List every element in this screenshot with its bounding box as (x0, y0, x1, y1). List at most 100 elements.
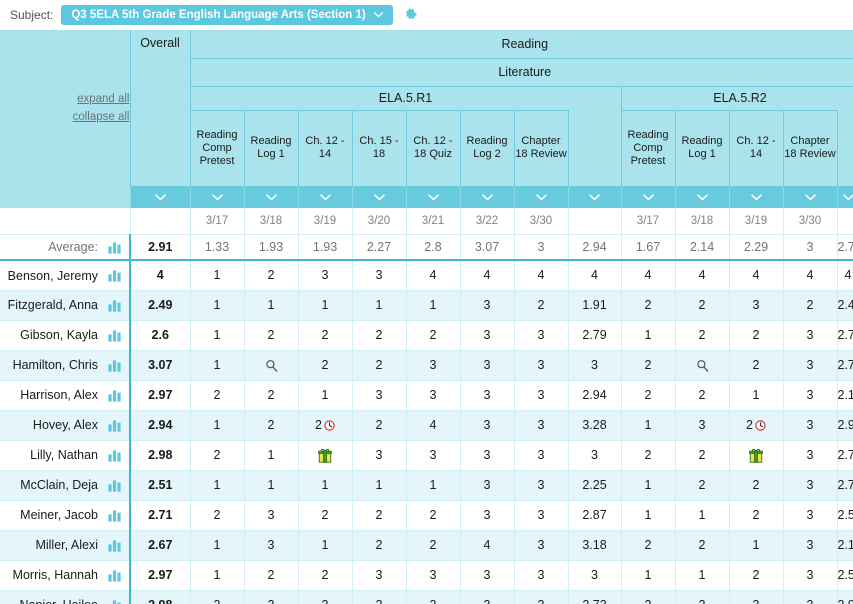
score-cell[interactable]: 3 (567, 350, 621, 381)
score-cell[interactable]: 1 (620, 410, 675, 441)
table-row[interactable]: Gibson, Kayla2.612222332.7912232.76 (0, 320, 853, 351)
score-cell[interactable]: 2 (351, 320, 406, 351)
score-cell[interactable]: 2 (189, 380, 244, 411)
score-cell[interactable]: 1 (620, 320, 675, 351)
assessment-header-10[interactable]: Ch. 12 - 14 (728, 109, 783, 186)
score-cell[interactable]: 3 (782, 440, 837, 471)
score-cell[interactable]: 4 (728, 260, 783, 291)
score-cell[interactable]: 2 (782, 290, 837, 321)
bar-chart-icon[interactable] (108, 359, 121, 372)
score-cell[interactable]: 2 (674, 590, 729, 604)
table-row[interactable]: Meiner, Jacob2.7123222332.8711232.56 (0, 500, 853, 531)
score-cell[interactable]: 2 (513, 290, 568, 321)
student-name-cell[interactable]: Gibson, Kayla (0, 320, 130, 351)
score-cell[interactable]: 1 (189, 530, 244, 561)
score-cell[interactable]: 1 (351, 470, 406, 501)
score-cell[interactable]: 3 (405, 380, 460, 411)
score-cell[interactable]: 3 (513, 500, 568, 531)
column-menu-10[interactable] (728, 186, 783, 208)
score-cell[interactable]: 2 (297, 320, 352, 351)
score-cell[interactable]: 2.56 (836, 560, 853, 591)
table-row[interactable]: Lilly, Nathan2.9821333332232.74 (0, 440, 853, 471)
score-cell[interactable]: 4 (405, 260, 460, 291)
score-cell[interactable]: 3 (243, 500, 298, 531)
score-cell[interactable]: 3 (782, 590, 837, 604)
score-cell[interactable]: 2 (620, 350, 675, 381)
score-cell[interactable]: 1 (189, 260, 244, 291)
column-menu-4[interactable] (405, 186, 460, 208)
score-cell[interactable]: 1 (674, 560, 729, 591)
score-cell[interactable]: 1 (189, 320, 244, 351)
score-cell[interactable]: 1 (620, 500, 675, 531)
column-menu-3[interactable] (351, 186, 406, 208)
score-cell[interactable]: 1 (728, 530, 783, 561)
score-cell[interactable]: 2 (728, 410, 783, 441)
score-cell[interactable]: 2 (728, 350, 783, 381)
score-cell[interactable]: 3 (513, 350, 568, 381)
score-cell[interactable]: 1 (189, 350, 244, 381)
column-menu-0[interactable] (189, 186, 244, 208)
score-cell[interactable]: 4 (459, 260, 514, 291)
assessment-header-0[interactable]: Reading Comp Pretest (189, 109, 244, 186)
table-row[interactable]: McClain, Deja2.5111111332.2512232.76 (0, 470, 853, 501)
table-row[interactable]: Hovey, Alex2.9412224333.2813232.95 (0, 410, 853, 441)
score-cell[interactable]: 2 (351, 590, 406, 604)
score-cell[interactable]: 3 (459, 410, 514, 441)
expand-all-link[interactable]: expand all (0, 90, 129, 108)
score-cell[interactable]: 3 (351, 440, 406, 471)
score-cell[interactable]: 1 (189, 470, 244, 501)
score-cell[interactable] (243, 350, 298, 381)
assessment-header-3[interactable]: Ch. 15 - 18 (351, 109, 406, 186)
score-cell[interactable]: 3 (674, 410, 729, 441)
score-cell[interactable]: 2 (674, 320, 729, 351)
score-cell[interactable]: 3 (782, 470, 837, 501)
score-cell[interactable]: 3 (459, 320, 514, 351)
bar-chart-icon[interactable] (108, 449, 121, 462)
score-cell[interactable]: 2 (297, 500, 352, 531)
score-cell[interactable]: 4 (459, 530, 514, 561)
score-cell[interactable]: 1 (297, 530, 352, 561)
assessment-header-4[interactable]: Ch. 12 - 18 Quiz (405, 109, 460, 186)
score-cell[interactable]: 2 (351, 410, 406, 441)
score-cell[interactable]: 4 (782, 260, 837, 291)
score-cell[interactable]: 2 (243, 260, 298, 291)
student-name-cell[interactable]: Lilly, Nathan (0, 440, 130, 471)
score-cell[interactable]: 1 (620, 470, 675, 501)
score-cell[interactable]: 2.94 (567, 380, 621, 411)
student-name-cell[interactable]: Hamilton, Chris (0, 350, 130, 381)
score-cell[interactable]: 2 (351, 350, 406, 381)
column-menu-5[interactable] (459, 186, 514, 208)
score-cell[interactable]: 4 (405, 410, 460, 441)
score-cell[interactable]: 3 (351, 260, 406, 291)
score-cell[interactable]: 3 (351, 560, 406, 591)
score-cell[interactable]: 2.56 (836, 500, 853, 531)
score-cell[interactable]: 1 (189, 290, 244, 321)
student-name-cell[interactable]: Miller, Alexi (0, 530, 130, 561)
score-cell[interactable]: 2 (351, 500, 406, 531)
score-cell[interactable]: 2.87 (567, 500, 621, 531)
score-cell[interactable]: 4 (513, 260, 568, 291)
score-cell[interactable]: 2 (243, 560, 298, 591)
student-name-cell[interactable]: Fitzgerald, Anna (0, 290, 130, 321)
score-cell[interactable]: 3 (782, 500, 837, 531)
score-cell[interactable]: 1 (351, 290, 406, 321)
bar-chart-icon[interactable] (108, 539, 121, 552)
score-cell[interactable]: 1 (243, 290, 298, 321)
score-cell[interactable]: 2.25 (567, 470, 621, 501)
magnifier-icon[interactable] (265, 359, 278, 372)
score-cell[interactable]: 3.28 (567, 410, 621, 441)
student-name-cell[interactable]: Benson, Jeremy (0, 260, 130, 291)
bar-chart-icon[interactable] (108, 599, 121, 604)
score-cell[interactable]: 2 (405, 590, 460, 604)
table-row[interactable]: Morris, Hannah2.971223333311232.56 (0, 560, 853, 591)
column-menu-6[interactable] (513, 186, 568, 208)
score-cell[interactable]: 3 (513, 470, 568, 501)
score-cell[interactable]: 3 (782, 560, 837, 591)
score-cell[interactable]: 3 (513, 440, 568, 471)
score-cell[interactable]: 2 (297, 560, 352, 591)
gear-icon[interactable] (403, 7, 419, 23)
table-row[interactable]: Napier, Hailee2.9822322332.7322332.99 (0, 590, 853, 604)
score-cell[interactable]: 3 (513, 530, 568, 561)
score-cell[interactable]: 3 (567, 440, 621, 471)
column-menu-1[interactable] (243, 186, 298, 208)
